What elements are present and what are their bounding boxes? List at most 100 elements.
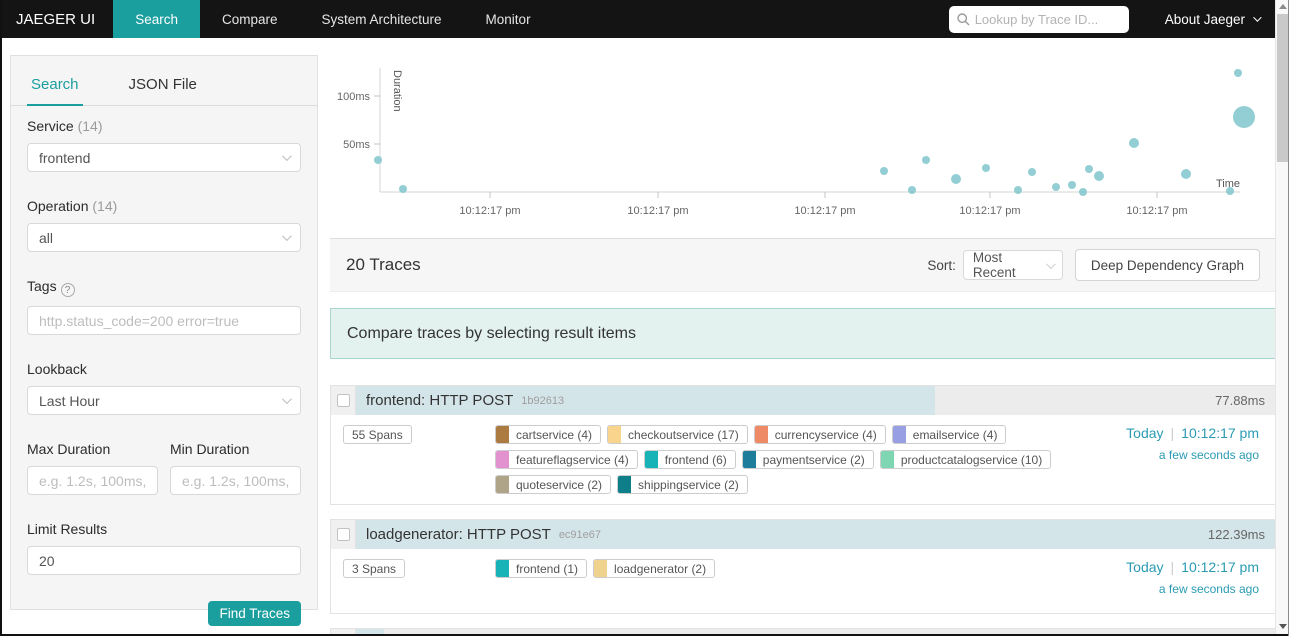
chevron-down-icon [281,394,292,405]
trace-duration: 122.39ms [1207,527,1265,542]
trace-duration-bar-area: frontend: HTTP POST 1b92613 77.88ms [356,386,1275,415]
trace-point[interactable] [1181,169,1191,179]
trace-point[interactable] [1052,183,1060,191]
jaeger-search-page: JAEGER UI Search Compare System Architectu… [0,0,1289,636]
scrollbar-thumb[interactable] [1277,14,1288,162]
span-count-pill: 55 Spans [343,425,412,444]
trace-time-cell: Today | 10:12:17 pm a few seconds ago [1060,425,1263,494]
trace-point[interactable] [1028,168,1036,176]
nav-tabs: Search Compare System Architecture Monitor [113,0,552,38]
top-navbar: JAEGER UI Search Compare System Architectu… [0,0,1289,38]
limit-results-label: Limit Results [27,521,108,537]
trace-body: 3 Spans frontend (1) loadgenerator (2) To… [331,549,1275,613]
trace-body: 55 Spans cartservice (4) checkoutservice … [331,415,1275,504]
search-panel-tabs: Search JSON File [11,56,317,106]
results-header: 20 Traces Sort: Most Recent Deep Depende… [330,238,1276,292]
y-tick-label: 50ms [343,139,370,151]
trace-point[interactable] [374,156,382,164]
nav-right: About Jaeger [948,0,1289,38]
about-jaeger-menu[interactable]: About Jaeger [1164,11,1262,27]
service-color-chip [618,476,632,493]
span-count-pill: 3 Spans [343,559,406,578]
search-icon [956,12,970,25]
trace-point[interactable] [1233,106,1255,128]
trace-select-checkbox[interactable] [336,394,350,407]
trace-checkbox-cell [331,520,356,549]
trace-point[interactable] [922,156,930,164]
vertical-scrollbar[interactable] [1275,0,1288,636]
service-tag-pill: featureflagservice (4) [495,450,638,469]
x-tick-label: 10:12:17 pm [959,205,1020,217]
trace-point[interactable] [982,164,990,172]
trace-duration: 77.88ms [1215,393,1265,408]
trace-point[interactable] [399,185,407,193]
trace-title: loadgenerator: HTTP POST [366,526,551,543]
limit-results-input[interactable] [27,546,301,575]
trace-header-link[interactable]: frontend: HTTP POST 1b92613 77.88ms [331,386,1275,415]
deep-dependency-graph-button[interactable]: Deep Dependency Graph [1074,249,1260,281]
service-tag-pill: quoteservice (2) [495,475,612,494]
nav-item-compare[interactable]: Compare [200,0,300,38]
about-jaeger-label: About Jaeger [1164,11,1245,27]
trace-point[interactable] [1079,188,1087,196]
trace-id-search [948,5,1129,33]
trace-point[interactable] [1085,165,1093,173]
scroll-up-arrow-icon[interactable] [1279,4,1287,9]
trace-point[interactable] [1234,69,1242,77]
trace-point[interactable] [1094,171,1104,181]
x-tick-label: 10:12:17 pm [1126,205,1187,217]
chevron-down-icon [281,151,292,162]
sort-select[interactable]: Most Recent [962,250,1063,280]
help-icon[interactable]: ? [60,283,75,297]
min-duration-input[interactable] [170,466,301,495]
service-color-chip [496,426,509,443]
trace-point[interactable] [1068,181,1076,189]
lookback-label: Lookback [27,361,87,377]
trace-point[interactable] [908,186,916,194]
service-tag-pill: shippingservice (2) [617,475,748,494]
service-label: Service (14) [27,118,103,134]
service-color-chip [594,560,608,577]
lookback-select[interactable]: Last Hour [27,386,301,415]
service-tags: frontend (1) loadgenerator (2) [495,559,1060,603]
service-color-chip [754,426,768,443]
service-tag-pill: frontend (1) [495,559,588,578]
service-select[interactable]: frontend [27,143,301,172]
operation-label: Operation (14) [27,198,118,214]
span-count-cell: 3 Spans [343,559,495,603]
operation-select[interactable]: all [27,223,301,252]
trace-point[interactable] [951,174,961,184]
nav-item-monitor[interactable]: Monitor [464,0,553,38]
nav-item-search[interactable]: Search [113,0,200,38]
trace-date-time: Today | 10:12:17 pm [1126,425,1259,441]
tab-search[interactable]: Search [27,70,83,106]
trace-relative-time: a few seconds ago [1158,448,1259,462]
compare-banner: Compare traces by selecting result items [330,308,1276,359]
window-edge [0,0,2,636]
service-tag-pill: emailservice (4) [891,425,1007,444]
nav-item-system-architecture[interactable]: System Architecture [300,0,464,38]
chevron-down-icon [1253,13,1262,22]
search-panel: Search JSON File Service (14) frontend O… [10,55,318,626]
trace-header-link[interactable]: loadgenerator: HTTP POST ec91e67 122.39m… [331,520,1275,549]
tags-input[interactable] [27,306,301,335]
trace-list: frontend: HTTP POST 1b92613 77.88ms 55 S… [330,385,1276,636]
tab-json-file[interactable]: JSON File [125,70,201,105]
service-tags: cartservice (4) checkoutservice (17) curre… [495,425,1060,494]
trace-point[interactable] [1226,187,1234,195]
service-tag-pill: cartservice (4) [495,425,602,444]
trace-id-search-input[interactable] [948,5,1129,33]
service-tag-pill: loadgenerator (2) [593,559,716,578]
scroll-down-arrow-icon[interactable] [1279,624,1287,629]
trace-date-time: Today | 10:12:17 pm [1126,559,1259,575]
min-duration-label: Min Duration [170,441,250,457]
trace-point[interactable] [880,167,888,175]
trace-select-checkbox[interactable] [336,528,350,541]
max-duration-input[interactable] [27,466,158,495]
y-axis-label: Duration [391,70,403,112]
service-color-chip [496,560,509,577]
service-color-chip [608,426,622,443]
trace-point[interactable] [1129,138,1139,148]
find-traces-button[interactable]: Find Traces [208,601,301,626]
trace-point[interactable] [1014,186,1022,194]
